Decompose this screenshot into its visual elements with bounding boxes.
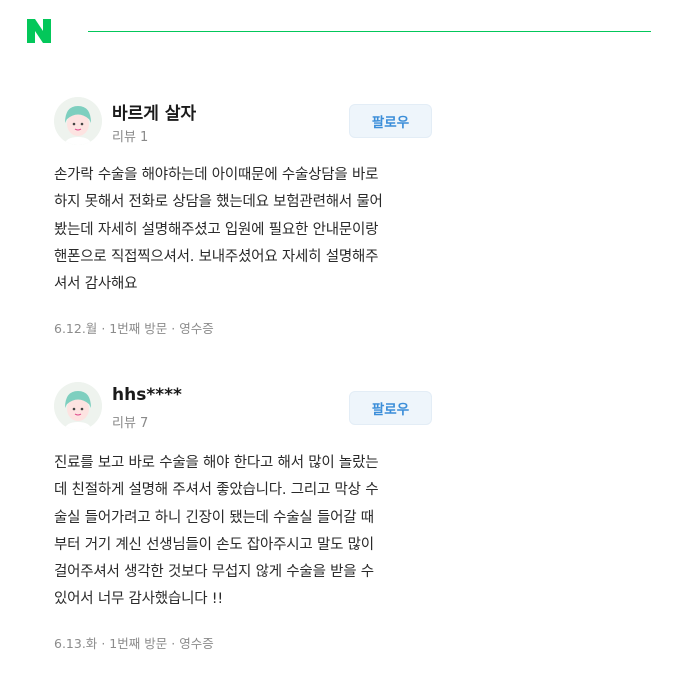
- avatar[interactable]: [54, 382, 102, 430]
- receipt-label: 영수증: [179, 636, 214, 651]
- review-text: 손가락 수술을 해야하는데 아이때문에 수술상담을 바로 하지 못해서 전화로 …: [54, 167, 383, 293]
- user-avatar-icon: [54, 97, 102, 145]
- avatar[interactable]: [54, 97, 102, 145]
- visit-count: 1번째 방문: [109, 636, 168, 651]
- review-count: 리뷰 1: [112, 130, 149, 145]
- separator: ·: [101, 321, 106, 336]
- separator: ·: [171, 321, 176, 336]
- visit-date: 6.12.월: [54, 321, 98, 336]
- visit-count: 1번째 방문: [109, 321, 168, 336]
- header-divider: [88, 31, 651, 32]
- author-name[interactable]: hhs****: [112, 385, 182, 405]
- header: [0, 0, 700, 70]
- review-meta: 6.12.월 · 1번째 방문 · 영수증: [54, 318, 214, 337]
- author-name[interactable]: 바르게 살자: [112, 99, 196, 124]
- review-count: 리뷰 7: [112, 416, 149, 431]
- follow-button[interactable]: 팔로우: [349, 391, 432, 425]
- follow-button[interactable]: 팔로우: [349, 104, 432, 138]
- separator: ·: [101, 636, 106, 651]
- separator: ·: [171, 636, 176, 651]
- naver-logo-icon[interactable]: [24, 16, 54, 46]
- visit-date: 6.13.화: [54, 636, 98, 651]
- review-meta: 6.13.화 · 1번째 방문 · 영수증: [54, 633, 214, 652]
- receipt-label: 영수증: [179, 321, 214, 336]
- review-text: 진료를 보고 바로 수술을 해야 한다고 해서 많이 놀랐는 데 친절하게 설명…: [54, 455, 379, 608]
- user-avatar-icon: [54, 382, 102, 430]
